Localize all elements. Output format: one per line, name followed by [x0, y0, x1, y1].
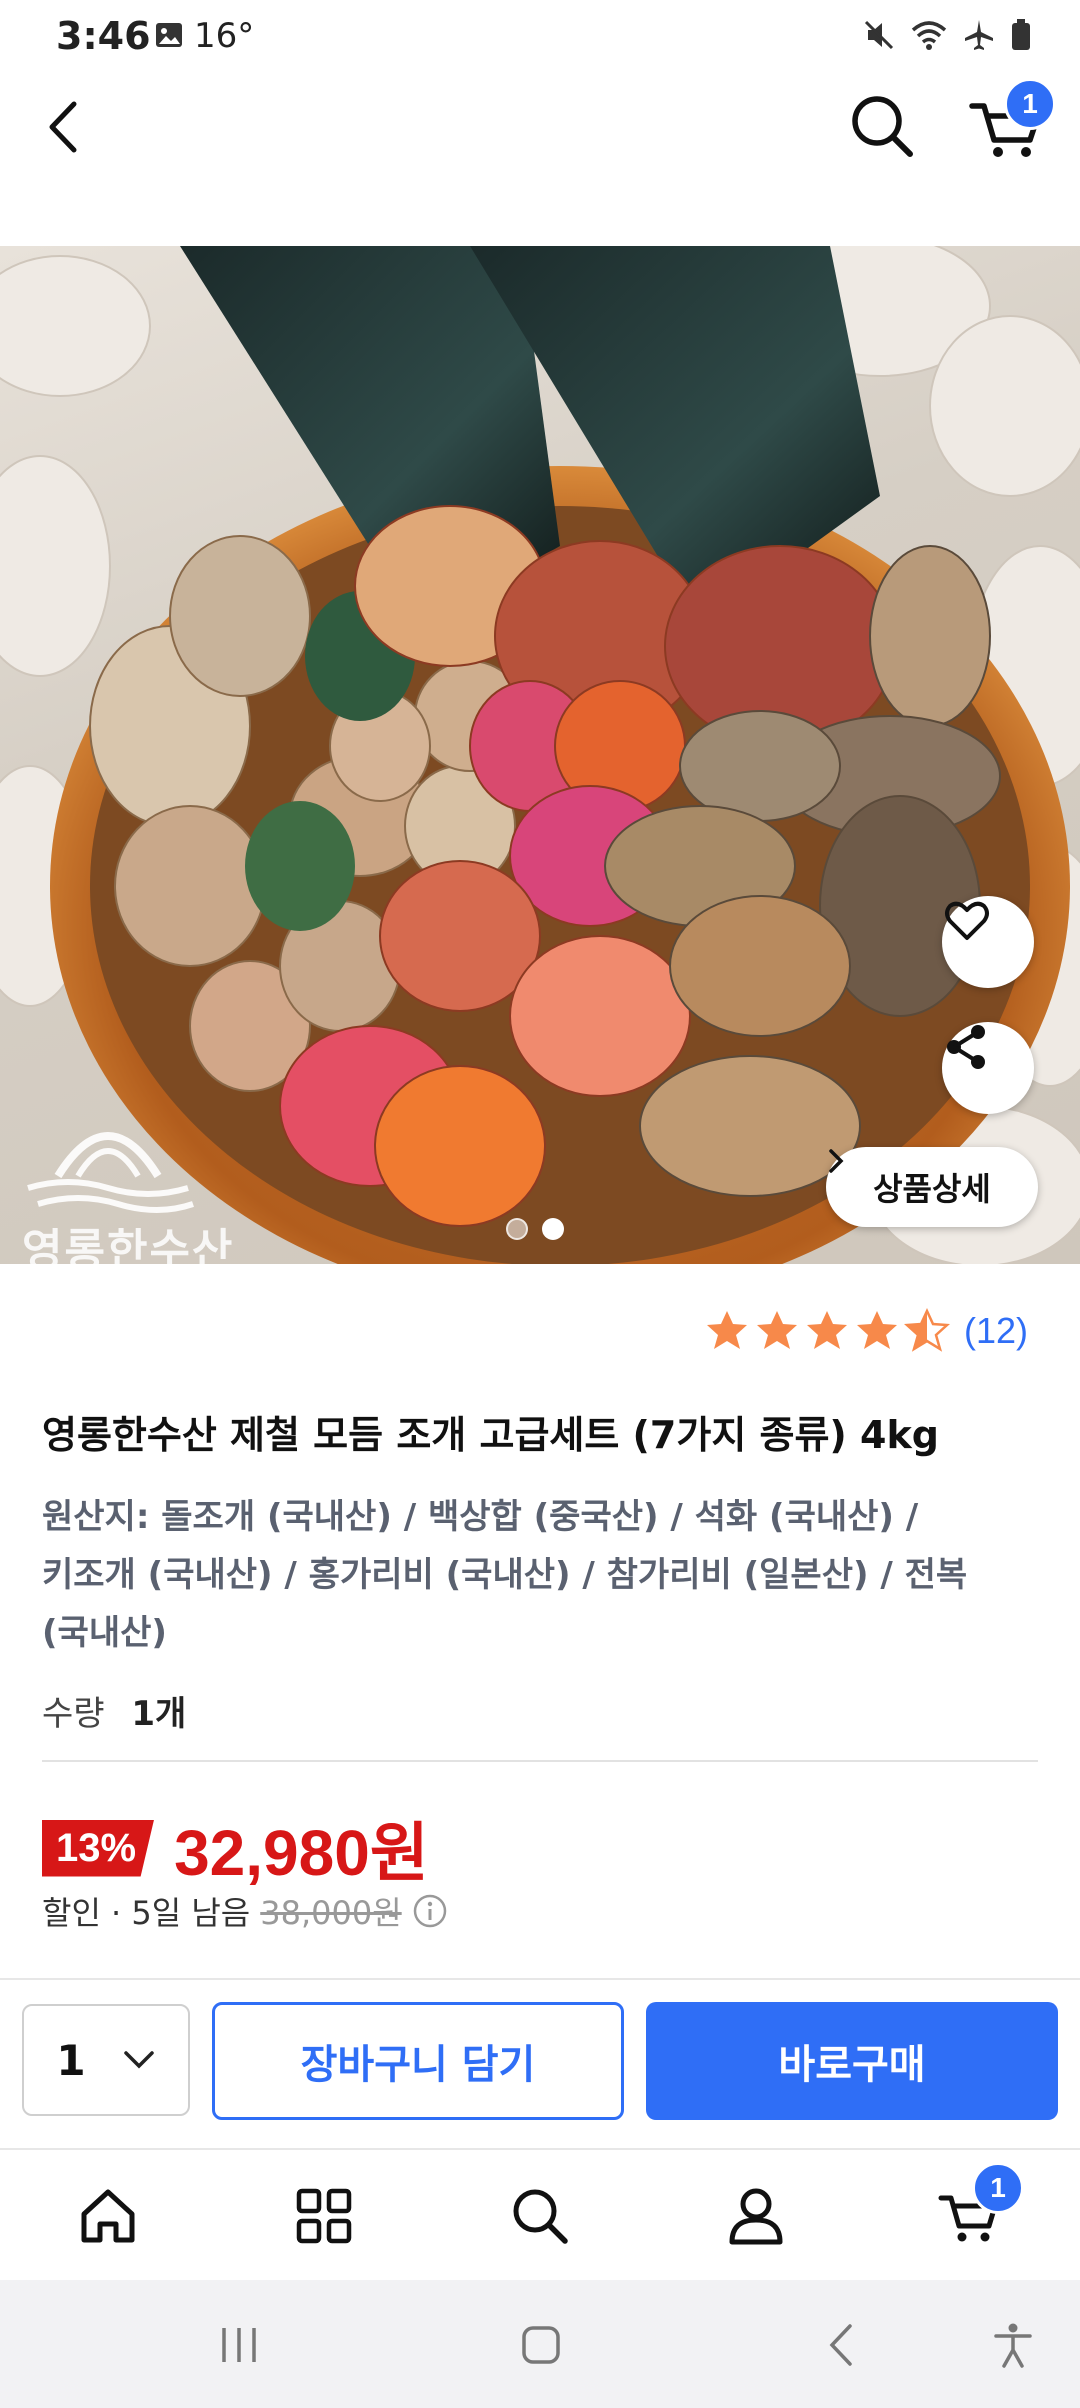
- info-icon[interactable]: [412, 1893, 448, 1929]
- carousel-dot[interactable]: [506, 1218, 528, 1240]
- original-price: 38,000원: [260, 1894, 402, 1932]
- user-icon: [729, 2188, 783, 2245]
- share-icon: [947, 1025, 985, 1069]
- quantity-select-value: 1: [56, 2035, 86, 2085]
- star-half-icon: [903, 1308, 950, 1352]
- heart-icon: [945, 901, 989, 940]
- price-row: 13% 32,980원: [42, 1802, 429, 1894]
- search-icon: [513, 2189, 568, 2244]
- chevron-right-icon: [829, 1149, 844, 1173]
- product-origin: 원산지: 돌조개 (국내산) / 백상합 (중국산) / 석화 (국내산) / …: [42, 1488, 1042, 1662]
- discount-label: 할인 · 5일 남음: [42, 1894, 251, 1932]
- discount-info: 할인 · 5일 남음 38,000원: [42, 1888, 448, 1934]
- discount-badge: 13%: [42, 1819, 155, 1877]
- origin-line: 키조개 (국내산) / 홍가리비 (국내산) / 참가리비 (일본산) / 전복: [42, 1555, 968, 1595]
- carousel-dot-active[interactable]: [542, 1218, 564, 1240]
- cart-badge: 1: [972, 2162, 1024, 2214]
- origin-line: 원산지: 돌조개 (국내산) / 백상합 (중국산) / 석화 (국내산) /: [42, 1497, 919, 1537]
- quantity-select[interactable]: 1: [22, 2004, 190, 2116]
- product-detail-label: 상품상세: [873, 1170, 991, 1208]
- tab-cart[interactable]: 1: [932, 2162, 1024, 2256]
- home-icon: [81, 2189, 135, 2243]
- gallery-icon: [154, 20, 184, 50]
- brand-watermark: 영롱한수산: [22, 1225, 235, 1264]
- accessibility-button[interactable]: [978, 2310, 1048, 2380]
- recent-apps-button[interactable]: [204, 2310, 274, 2380]
- tab-home[interactable]: [68, 2176, 148, 2256]
- cart-button[interactable]: 1: [966, 78, 1056, 166]
- status-time: 3:46: [56, 14, 151, 58]
- tab-categories[interactable]: [284, 2176, 364, 2256]
- product-title: 영롱한수산 제철 모듬 조개 고급세트 (7가지 종류) 4kg: [42, 1413, 939, 1457]
- search-icon: [852, 96, 913, 157]
- wishlist-button[interactable]: [942, 896, 1034, 988]
- rating[interactable]: (12): [704, 1308, 1028, 1354]
- chevron-left-icon: [49, 101, 77, 153]
- wifi-icon: [910, 18, 948, 52]
- mute-icon: [862, 18, 896, 52]
- top-navigation: 1: [0, 72, 1080, 182]
- search-button[interactable]: [842, 86, 922, 166]
- product-image-carousel[interactable]: 영롱한수산 상품상세: [0, 246, 1080, 1264]
- buy-now-button[interactable]: 바로구매: [646, 2002, 1058, 2120]
- add-to-cart-button[interactable]: 장바구니 담기: [212, 2002, 624, 2120]
- sale-price: 32,980원: [174, 1817, 429, 1889]
- share-button[interactable]: [942, 1022, 1034, 1114]
- star-full-icon: [706, 1311, 747, 1349]
- grid-icon: [296, 2188, 352, 2244]
- star-full-icon: [856, 1311, 897, 1349]
- tab-my-account[interactable]: [716, 2176, 796, 2256]
- system-navigation-bar: [0, 2280, 1080, 2408]
- star-full-icon: [756, 1311, 797, 1349]
- back-button[interactable]: [34, 92, 94, 162]
- back-system-button[interactable]: [808, 2310, 878, 2380]
- quantity-value: 1개: [131, 1694, 187, 1734]
- carousel-indicator: [506, 1218, 564, 1240]
- divider: [42, 1760, 1038, 1762]
- origin-line: (국내산): [42, 1613, 167, 1653]
- quantity-info: 수량 1개: [42, 1686, 186, 1735]
- home-square-icon: [522, 2326, 560, 2364]
- cart-badge: 1: [1004, 78, 1056, 130]
- accessibility-icon: [994, 2323, 1032, 2368]
- airplane-icon: [962, 18, 996, 52]
- product-detail-button[interactable]: 상품상세: [826, 1147, 1038, 1227]
- tab-search[interactable]: [500, 2176, 580, 2256]
- star-full-icon: [806, 1311, 847, 1349]
- status-temperature: 16°: [194, 16, 255, 56]
- home-system-button[interactable]: [506, 2310, 576, 2380]
- bottom-tab-bar: 1: [0, 2148, 1080, 2280]
- back-arrow-icon: [829, 2324, 852, 2366]
- quantity-label: 수량: [42, 1694, 105, 1734]
- chevron-down-icon: [123, 2051, 154, 2069]
- purchase-bar: 1 장바구니 담기 바로구매: [0, 1978, 1080, 2148]
- battery-icon: [1010, 18, 1032, 52]
- status-bar: 3:46 16°: [0, 0, 1080, 72]
- review-count[interactable]: (12): [964, 1310, 1028, 1352]
- recent-apps-icon: [222, 2328, 256, 2362]
